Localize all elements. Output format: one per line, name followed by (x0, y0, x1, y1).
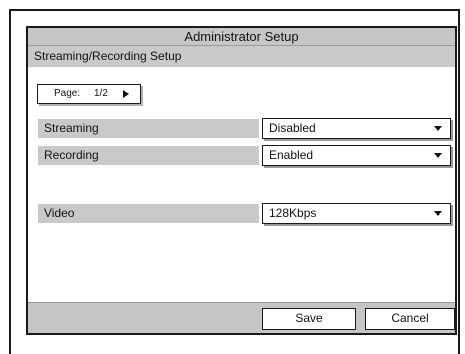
triangle-down-icon (434, 153, 442, 158)
streaming-dropdown[interactable]: Disabled (262, 118, 451, 139)
video-value: 128Kbps (269, 206, 317, 220)
streaming-label: Streaming (38, 119, 259, 138)
streaming-value: Disabled (269, 121, 316, 135)
page-next-button[interactable]: Page: 1/2 (37, 84, 141, 104)
recording-label: Recording (38, 146, 259, 165)
video-label: Video (38, 204, 259, 223)
section-title: Streaming/Recording Setup (28, 46, 455, 67)
administrator-setup-window: Administrator Setup Streaming/Recording … (26, 26, 457, 335)
triangle-down-icon (434, 126, 442, 131)
video-dropdown[interactable]: 128Kbps (262, 203, 451, 224)
triangle-right-icon (123, 90, 129, 98)
window-title: Administrator Setup (28, 28, 455, 46)
triangle-down-icon (434, 211, 442, 216)
save-button[interactable]: Save (262, 308, 356, 330)
recording-dropdown[interactable]: Enabled (262, 145, 451, 166)
action-bar: Save Cancel (28, 302, 455, 333)
recording-value: Enabled (269, 148, 314, 162)
page-label: Page: (54, 88, 81, 99)
page-value: 1/2 (94, 88, 108, 99)
cancel-button[interactable]: Cancel (365, 308, 455, 330)
